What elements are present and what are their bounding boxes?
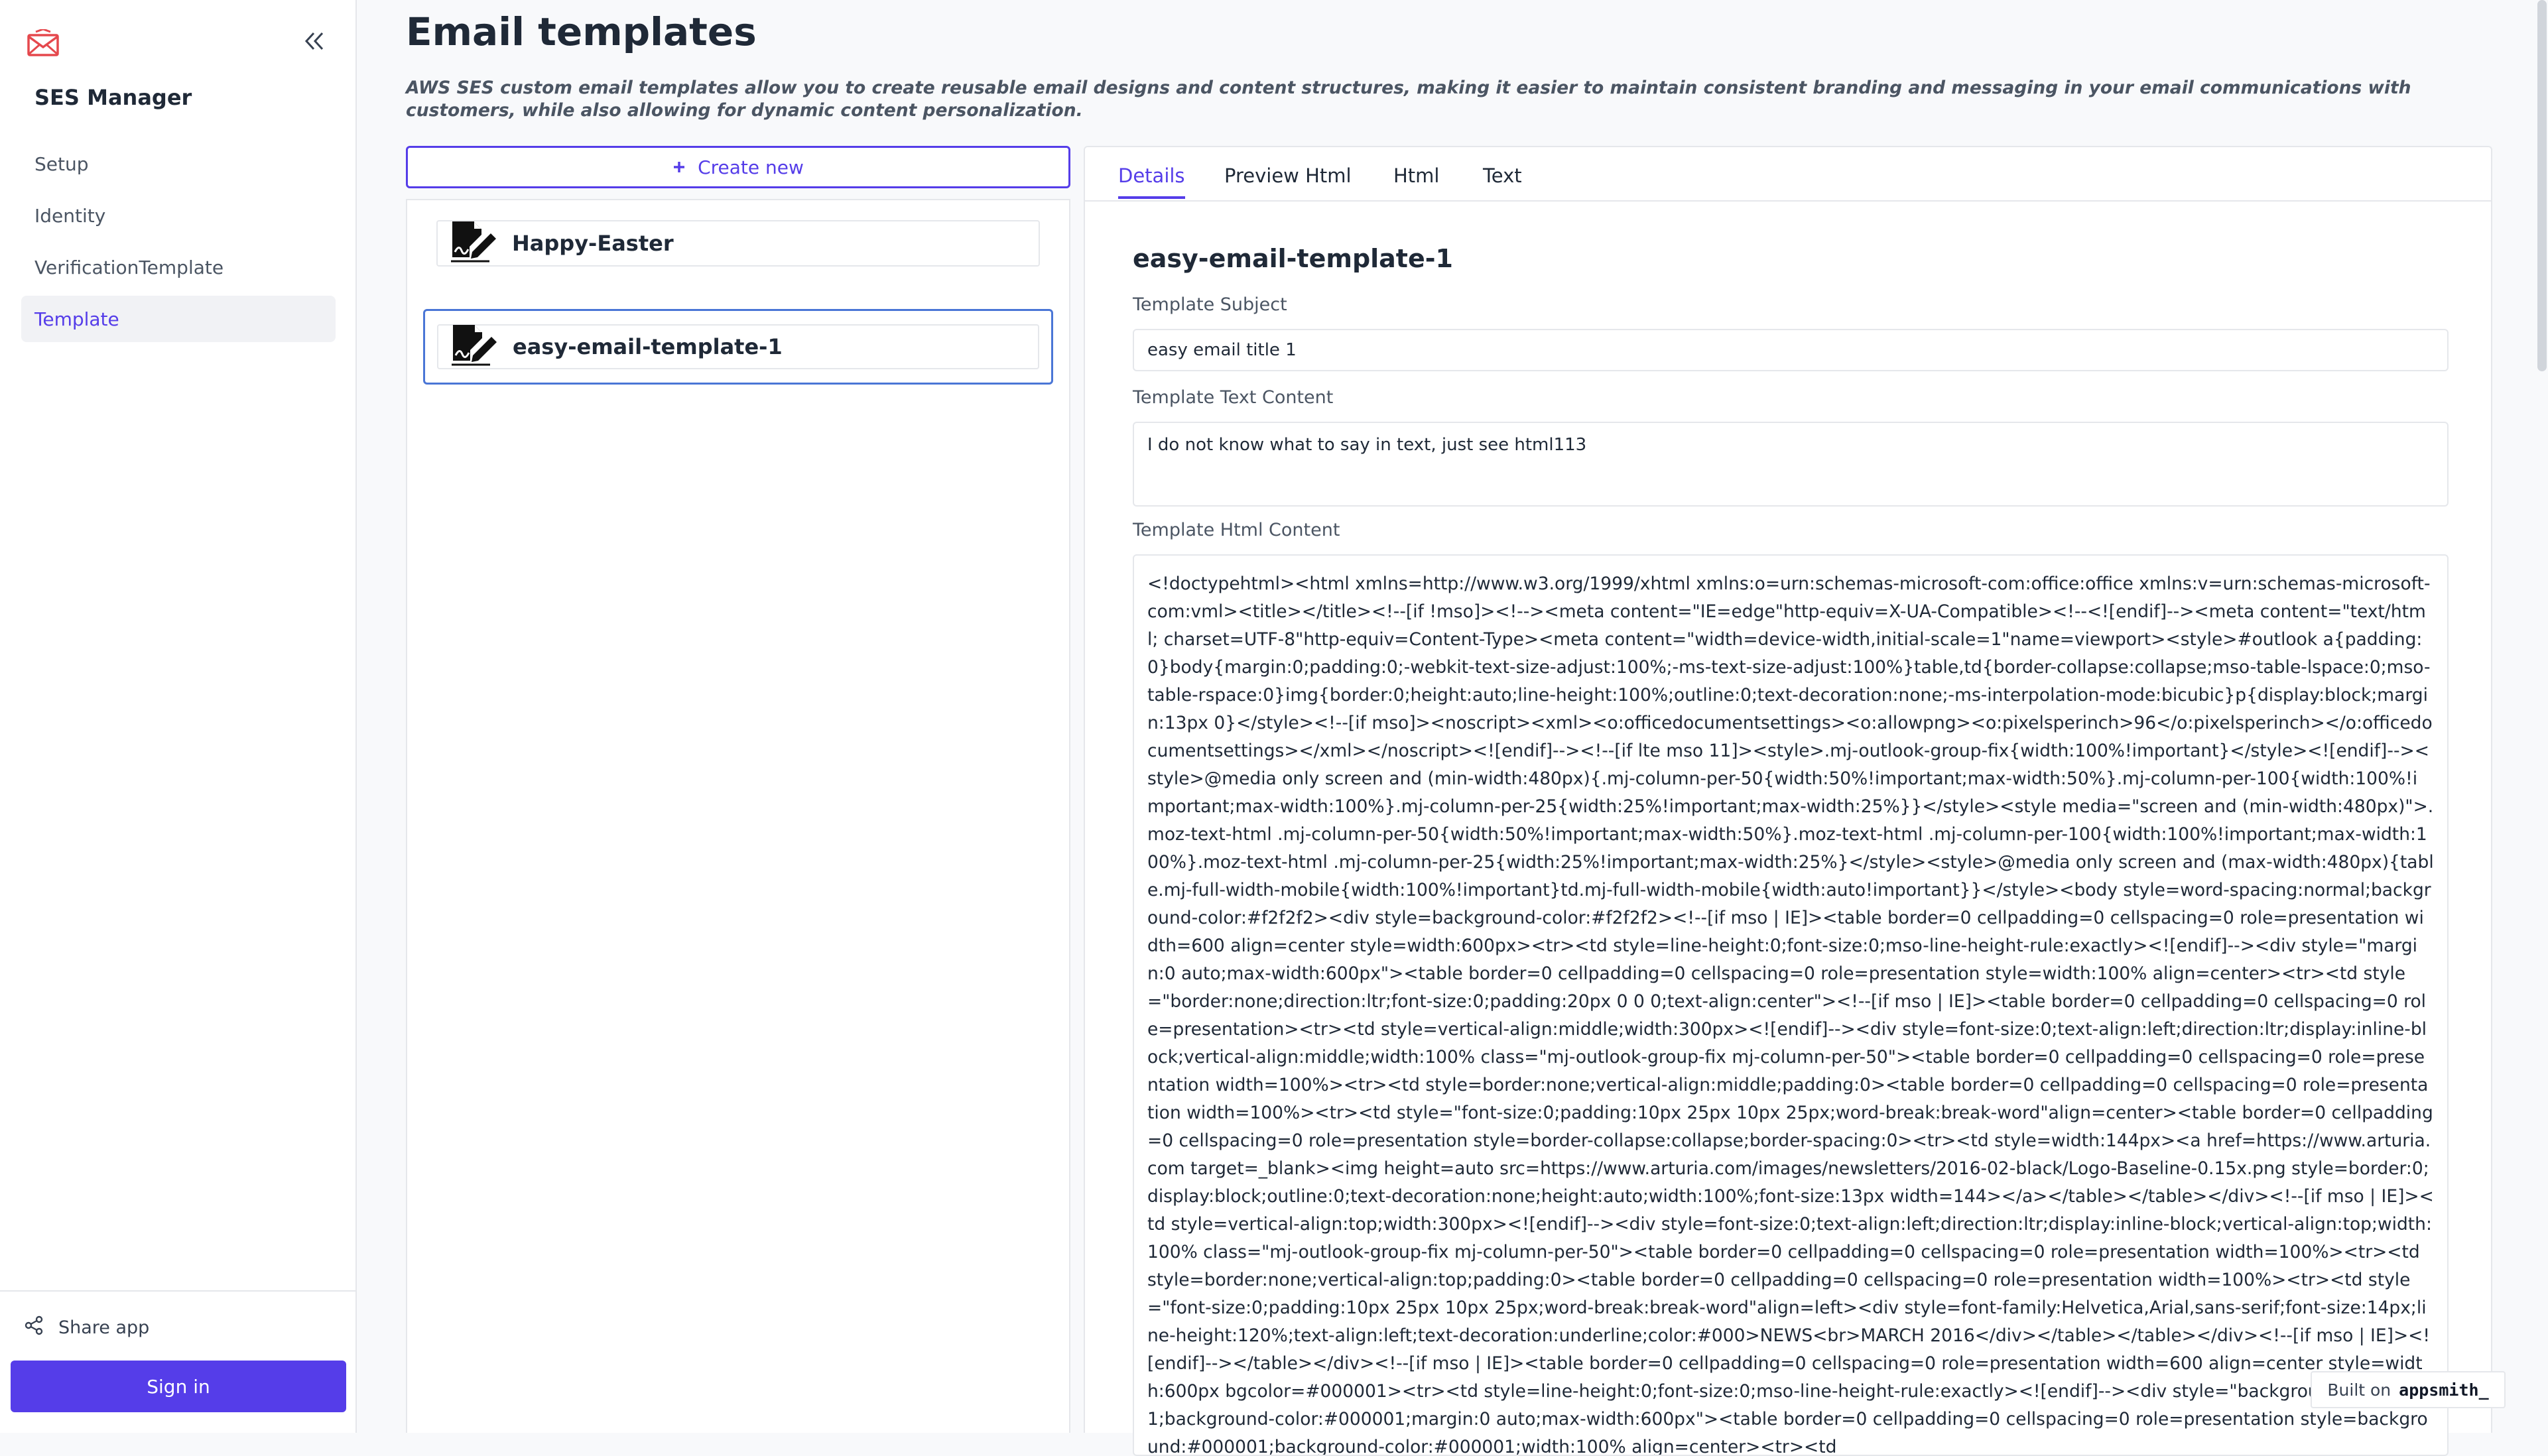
create-new-button[interactable]: Create new: [406, 146, 1070, 188]
sidebar-item-template[interactable]: Template: [21, 296, 336, 342]
text-content-field[interactable]: I do not know what to say in text, just …: [1133, 422, 2449, 507]
sidebar-item-label: Setup: [34, 152, 89, 175]
tab-preview-html[interactable]: Preview Html: [1224, 164, 1352, 196]
app-name: SES Manager: [34, 85, 192, 110]
sidebar-item-label: Template: [34, 308, 119, 330]
html-content-label: Template Html Content: [1133, 520, 1340, 540]
signature-document-icon: [450, 324, 498, 370]
page-scrollbar[interactable]: [2537, 0, 2547, 371]
appsmith-brand: appsmith_: [2399, 1380, 2489, 1400]
sidebar-nav: Setup Identity VerificationTemplate Temp…: [21, 141, 336, 347]
built-on-appsmith-badge[interactable]: Built on appsmith_: [2311, 1371, 2506, 1408]
subject-field[interactable]: easy email title 1: [1133, 329, 2449, 371]
list-item-selected[interactable]: easy-email-template-1: [423, 309, 1053, 385]
template-title: easy-email-template-1: [1133, 244, 1453, 273]
sidebar-item-label: VerificationTemplate: [34, 256, 224, 278]
sidebar-footer: Share app Sign in: [0, 1290, 355, 1412]
plus-icon: [672, 156, 686, 178]
list-item[interactable]: Happy-Easter: [423, 206, 1053, 281]
list-item-content: Happy-Easter: [436, 220, 1040, 267]
share-app-button[interactable]: Share app: [24, 1315, 149, 1340]
page-description: AWS SES custom email templates allow you…: [406, 78, 2411, 121]
template-details-panel: Details Preview Html Html Text easy-emai…: [1084, 146, 2492, 1456]
envelope-icon: [27, 28, 60, 57]
tab-details[interactable]: Details: [1118, 164, 1185, 199]
subject-label: Template Subject: [1133, 294, 1287, 315]
sidebar-item-identity[interactable]: Identity: [21, 192, 336, 239]
sign-in-button[interactable]: Sign in: [11, 1361, 346, 1412]
template-name: easy-email-template-1: [513, 334, 783, 359]
html-content-field[interactable]: <!doctypehtml><html xmlns=http://www.w3.…: [1133, 554, 2449, 1456]
sidebar-item-verification-template[interactable]: VerificationTemplate: [21, 244, 336, 290]
text-content-label: Template Text Content: [1133, 387, 1334, 408]
list-item-content: easy-email-template-1: [437, 324, 1039, 369]
tab-bar: Details Preview Html Html Text: [1085, 147, 2491, 202]
built-on-label: Built on: [2327, 1380, 2391, 1400]
sidebar-item-label: Identity: [34, 204, 106, 227]
page-title: Email templates: [406, 9, 757, 54]
signature-document-icon: [450, 220, 497, 267]
collapse-sidebar-button[interactable]: [301, 27, 328, 58]
create-new-label: Create new: [698, 156, 804, 178]
sidebar-item-setup[interactable]: Setup: [21, 141, 336, 187]
share-icon: [24, 1315, 44, 1340]
tab-html[interactable]: Html: [1393, 164, 1439, 196]
tab-text[interactable]: Text: [1483, 164, 1522, 196]
template-name: Happy-Easter: [512, 231, 674, 256]
share-app-label: Share app: [58, 1317, 150, 1338]
chevrons-left-icon: [304, 31, 325, 54]
template-list: Happy-Easter easy-email-template-1: [406, 199, 1070, 1433]
sidebar: SES Manager Setup Identity VerificationT…: [0, 0, 357, 1433]
